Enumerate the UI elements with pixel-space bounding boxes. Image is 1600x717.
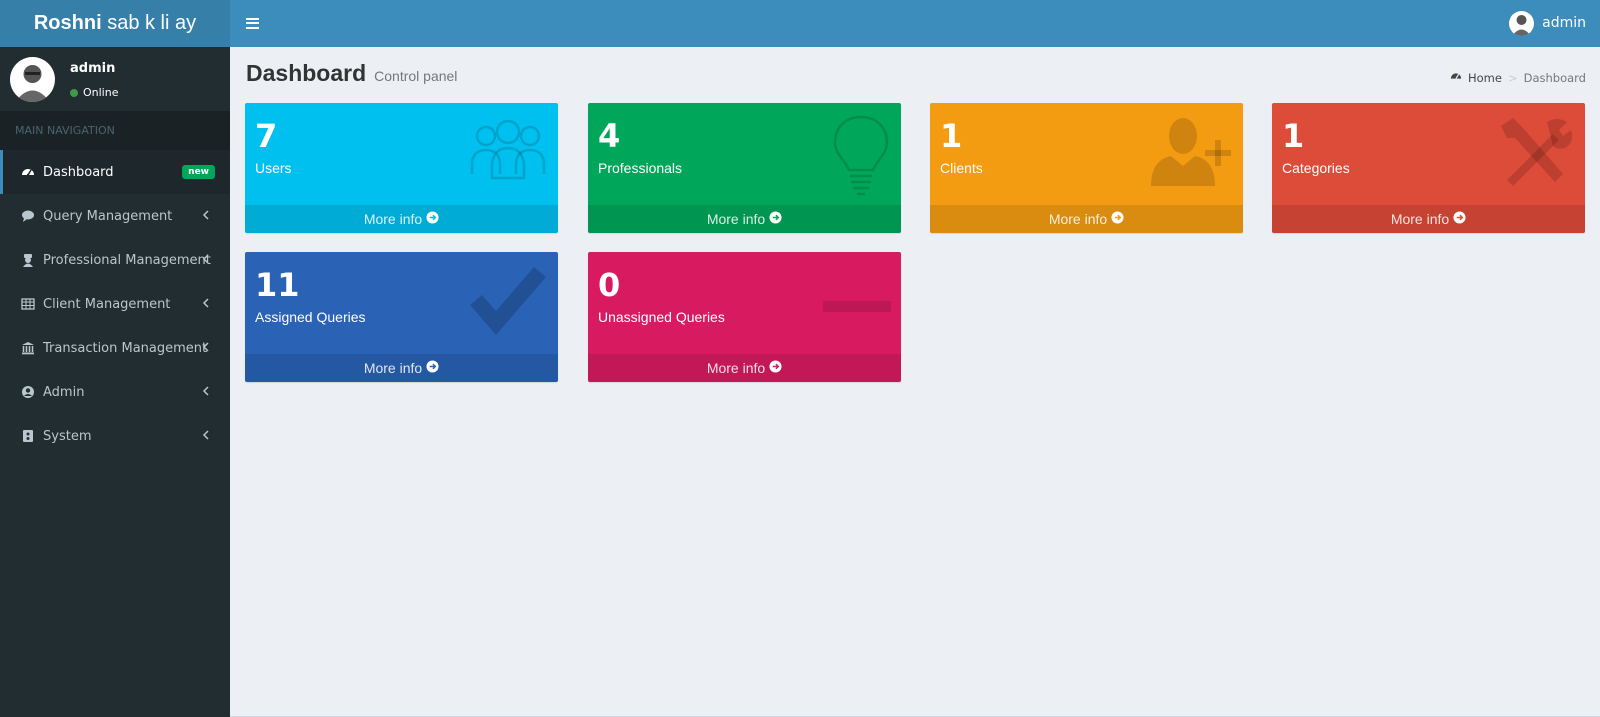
arrow-circle-right-icon — [769, 205, 782, 233]
chevron-left-icon — [202, 341, 210, 356]
minus-icon — [823, 298, 891, 317]
dashboard-icon — [1450, 70, 1462, 85]
arrow-circle-right-icon — [426, 205, 439, 233]
more-info-label: More info — [1048, 211, 1108, 227]
user-panel: admin Online — [0, 47, 230, 111]
brand-bold: Roshni — [33, 12, 102, 34]
more-info-label: More info — [706, 211, 766, 227]
status-text: Online — [83, 86, 119, 99]
check-icon — [466, 263, 548, 343]
new-badge: new — [182, 165, 215, 179]
clients-stat-box: 1 Clients More info — [930, 103, 1243, 233]
comment-icon — [21, 209, 35, 223]
chevron-left-icon — [202, 385, 210, 400]
more-info-label: More info — [363, 211, 423, 227]
brand-rest: sab k li ay — [101, 12, 197, 34]
assigned-queries-stat-box: 11 Assigned Queries More info — [245, 252, 558, 382]
assigned-queries-more-info-link[interactable]: More info — [245, 354, 558, 382]
lightbulb-icon — [831, 114, 891, 200]
professionals-more-info-link[interactable]: More info — [588, 205, 901, 233]
avatar — [10, 57, 55, 102]
user-status: Online — [70, 86, 118, 99]
arrow-circle-right-icon — [1111, 205, 1124, 233]
more-info-label: More info — [706, 360, 766, 376]
sidebar-item-system[interactable]: System — [0, 414, 230, 458]
more-info-label: More info — [363, 360, 423, 376]
sidebar-item-label: Admin — [43, 384, 85, 400]
sidebar-item-label: Dashboard — [43, 164, 114, 180]
header-user-name: admin — [1542, 15, 1586, 31]
page-title: Dashboard — [246, 60, 367, 86]
unassigned-queries-more-info-link[interactable]: More info — [588, 354, 901, 382]
breadcrumb-current: Dashboard — [1523, 70, 1586, 85]
user-menu[interactable]: admin — [1509, 10, 1586, 36]
breadcrumb-home-link[interactable]: Home — [1468, 71, 1502, 85]
avatar — [1509, 10, 1535, 36]
page-subtitle: Control panel — [374, 68, 458, 84]
sidebar-item-label: Transaction Management — [43, 340, 208, 356]
hamburger-icon — [245, 17, 259, 29]
arrow-circle-right-icon — [1453, 205, 1466, 233]
professionals-stat-box: 4 Professionals More info — [588, 103, 901, 233]
chevron-left-icon — [202, 253, 210, 268]
sidebar-user-name: admin — [70, 61, 116, 76]
more-info-label: More info — [1390, 211, 1450, 227]
user-circle-icon — [21, 385, 35, 399]
top-navbar: admin — [230, 0, 1600, 47]
bank-icon — [21, 341, 35, 355]
sidebar-item-label: Query Management — [43, 208, 173, 224]
user-secret-icon — [21, 253, 35, 267]
chevron-left-icon — [202, 297, 210, 312]
sidebar-item-label: System — [43, 428, 92, 444]
sidebar-item-label: Professional Management — [43, 252, 211, 268]
breadcrumb-separator: > — [1507, 70, 1518, 85]
users-icon — [468, 114, 548, 186]
table-icon — [21, 297, 35, 311]
sidebar-toggle-button[interactable] — [238, 9, 266, 37]
sidebar: admin Online MAIN NAVIGATION Dashboard n… — [0, 47, 230, 717]
clients-more-info-link[interactable]: More info — [930, 205, 1243, 233]
sidebar-item-professional-management[interactable]: Professional Management — [0, 238, 230, 282]
dashboard-icon — [21, 165, 35, 179]
sidebar-item-client-management[interactable]: Client Management — [0, 282, 230, 326]
sidebar-item-query-management[interactable]: Query Management — [0, 194, 230, 238]
user-plus-icon — [1149, 114, 1233, 192]
sidebar-item-transaction-management[interactable]: Transaction Management — [0, 326, 230, 370]
sidebar-item-admin[interactable]: Admin — [0, 370, 230, 414]
categories-stat-box: 1 Categories More info — [1272, 103, 1585, 233]
sidebar-item-label: Client Management — [43, 296, 171, 312]
chevron-left-icon — [202, 209, 210, 224]
arrow-circle-right-icon — [426, 354, 439, 382]
breadcrumb: Home > Dashboard — [1450, 70, 1586, 85]
categories-more-info-link[interactable]: More info — [1272, 205, 1585, 233]
server-icon — [21, 429, 35, 443]
sidebar-item-dashboard[interactable]: Dashboard new — [0, 150, 230, 194]
online-status-icon — [70, 88, 78, 97]
users-stat-box: 7 Users More info — [245, 103, 558, 233]
users-more-info-link[interactable]: More info — [245, 205, 558, 233]
content-header: Dashboard Control panel — [246, 60, 457, 87]
unassigned-queries-stat-box: 0 Unassigned Queries More info — [588, 252, 901, 382]
chevron-left-icon — [202, 429, 210, 444]
nav-header: MAIN NAVIGATION — [0, 111, 230, 150]
arrow-circle-right-icon — [769, 354, 782, 382]
wrench-hammer-icon — [1495, 114, 1575, 192]
brand-logo[interactable]: Roshni sab k li ay — [0, 0, 230, 47]
